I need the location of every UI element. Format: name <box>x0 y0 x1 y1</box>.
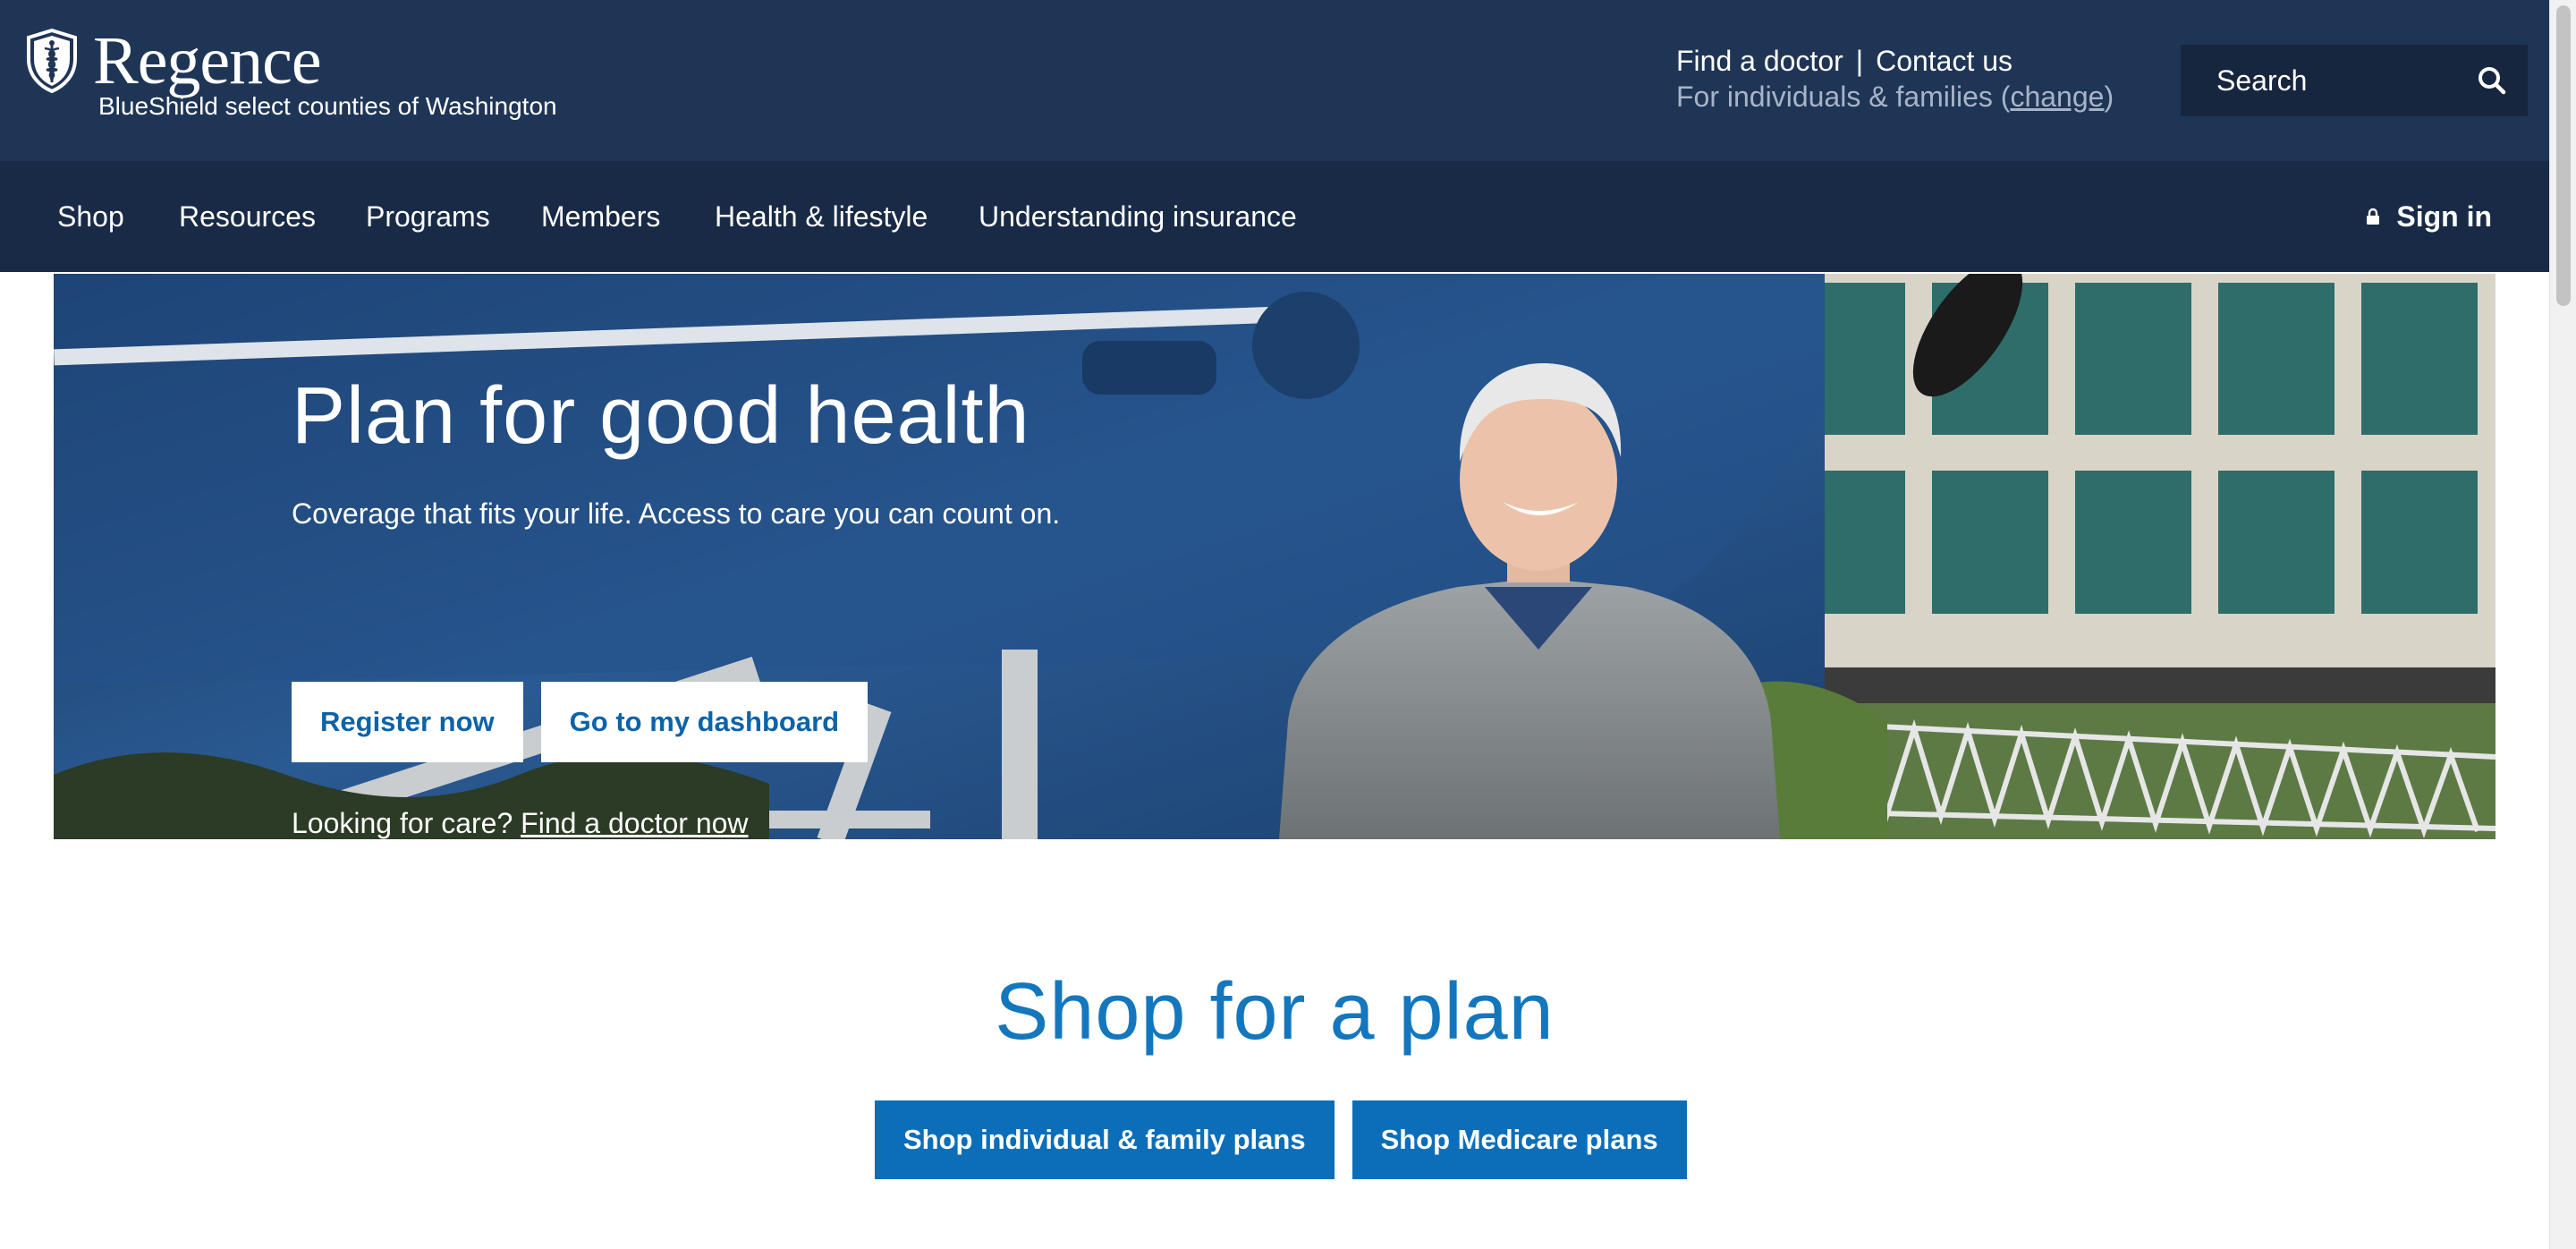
nav-item-members[interactable]: Members <box>541 161 660 272</box>
shield-caduceus-icon <box>27 29 77 93</box>
search-input[interactable] <box>2181 45 2467 116</box>
go-to-dashboard-button[interactable]: Go to my dashboard <box>540 682 869 762</box>
register-now-button[interactable]: Register now <box>292 682 523 762</box>
lock-icon <box>2367 208 2380 225</box>
shop-buttons: Shop individual & family plans Shop Medi… <box>875 1100 1687 1179</box>
audience-suffix: ) <box>2104 81 2114 113</box>
audience-label: For individuals & families ( <box>1676 81 2011 113</box>
change-audience-link[interactable]: change <box>2010 81 2104 113</box>
shop-section-title: Shop for a plan <box>995 967 1555 1057</box>
nav-item-understanding-insurance[interactable]: Understanding insurance <box>979 161 1297 272</box>
search-icon <box>2479 67 2506 95</box>
regence-logo[interactable]: Regence BlueShield select counties of Wa… <box>25 23 580 127</box>
find-care-label: Looking for care? <box>292 807 513 839</box>
shop-medicare-button[interactable]: Shop Medicare plans <box>1352 1100 1687 1179</box>
shop-individual-family-button[interactable]: Shop individual & family plans <box>875 1100 1335 1179</box>
hero-subtitle: Coverage that fits your life. Access to … <box>292 497 1061 530</box>
nav-item-health-lifestyle[interactable]: Health & lifestyle <box>715 161 928 272</box>
find-care-text: Looking for care? Find a doctor now <box>292 805 749 839</box>
hero-buttons: Register now Go to my dashboard <box>292 682 869 762</box>
sign-in-button[interactable]: Sign in <box>2366 161 2492 272</box>
scrollbar-thumb[interactable] <box>2556 5 2571 306</box>
find-a-doctor-now-link[interactable]: Find a doctor now <box>521 807 748 839</box>
nav-item-programs[interactable]: Programs <box>366 161 490 272</box>
hero-title: Plan for good health <box>292 371 1030 461</box>
nav-item-shop[interactable]: Shop <box>57 161 124 272</box>
audience-selector: For individuals & families (change) <box>1676 79 2123 115</box>
find-a-doctor-link[interactable]: Find a doctor <box>1676 45 1843 77</box>
search-button[interactable] <box>2474 63 2510 98</box>
contact-us-link[interactable]: Contact us <box>1876 45 2012 77</box>
brand-tagline: BlueShield select counties of Washington <box>98 92 557 120</box>
hero-content: Plan for good health Coverage that fits … <box>292 367 1275 839</box>
page-scrollbar[interactable] <box>2549 0 2576 1249</box>
brand-name: Regence <box>93 23 322 98</box>
hero-banner: Plan for good health Coverage that fits … <box>54 274 2496 839</box>
nav-item-resources[interactable]: Resources <box>179 161 316 272</box>
search-box <box>2181 45 2528 116</box>
utility-links: Find a doctor | Contact us For individuals… <box>1676 43 2123 115</box>
main-nav: Shop Resources Programs Members Health &… <box>0 161 2549 272</box>
top-header: Regence BlueShield select counties of Wa… <box>0 0 2549 161</box>
utility-separator: | <box>1855 45 1864 77</box>
sign-in-label: Sign in <box>2396 200 2492 233</box>
